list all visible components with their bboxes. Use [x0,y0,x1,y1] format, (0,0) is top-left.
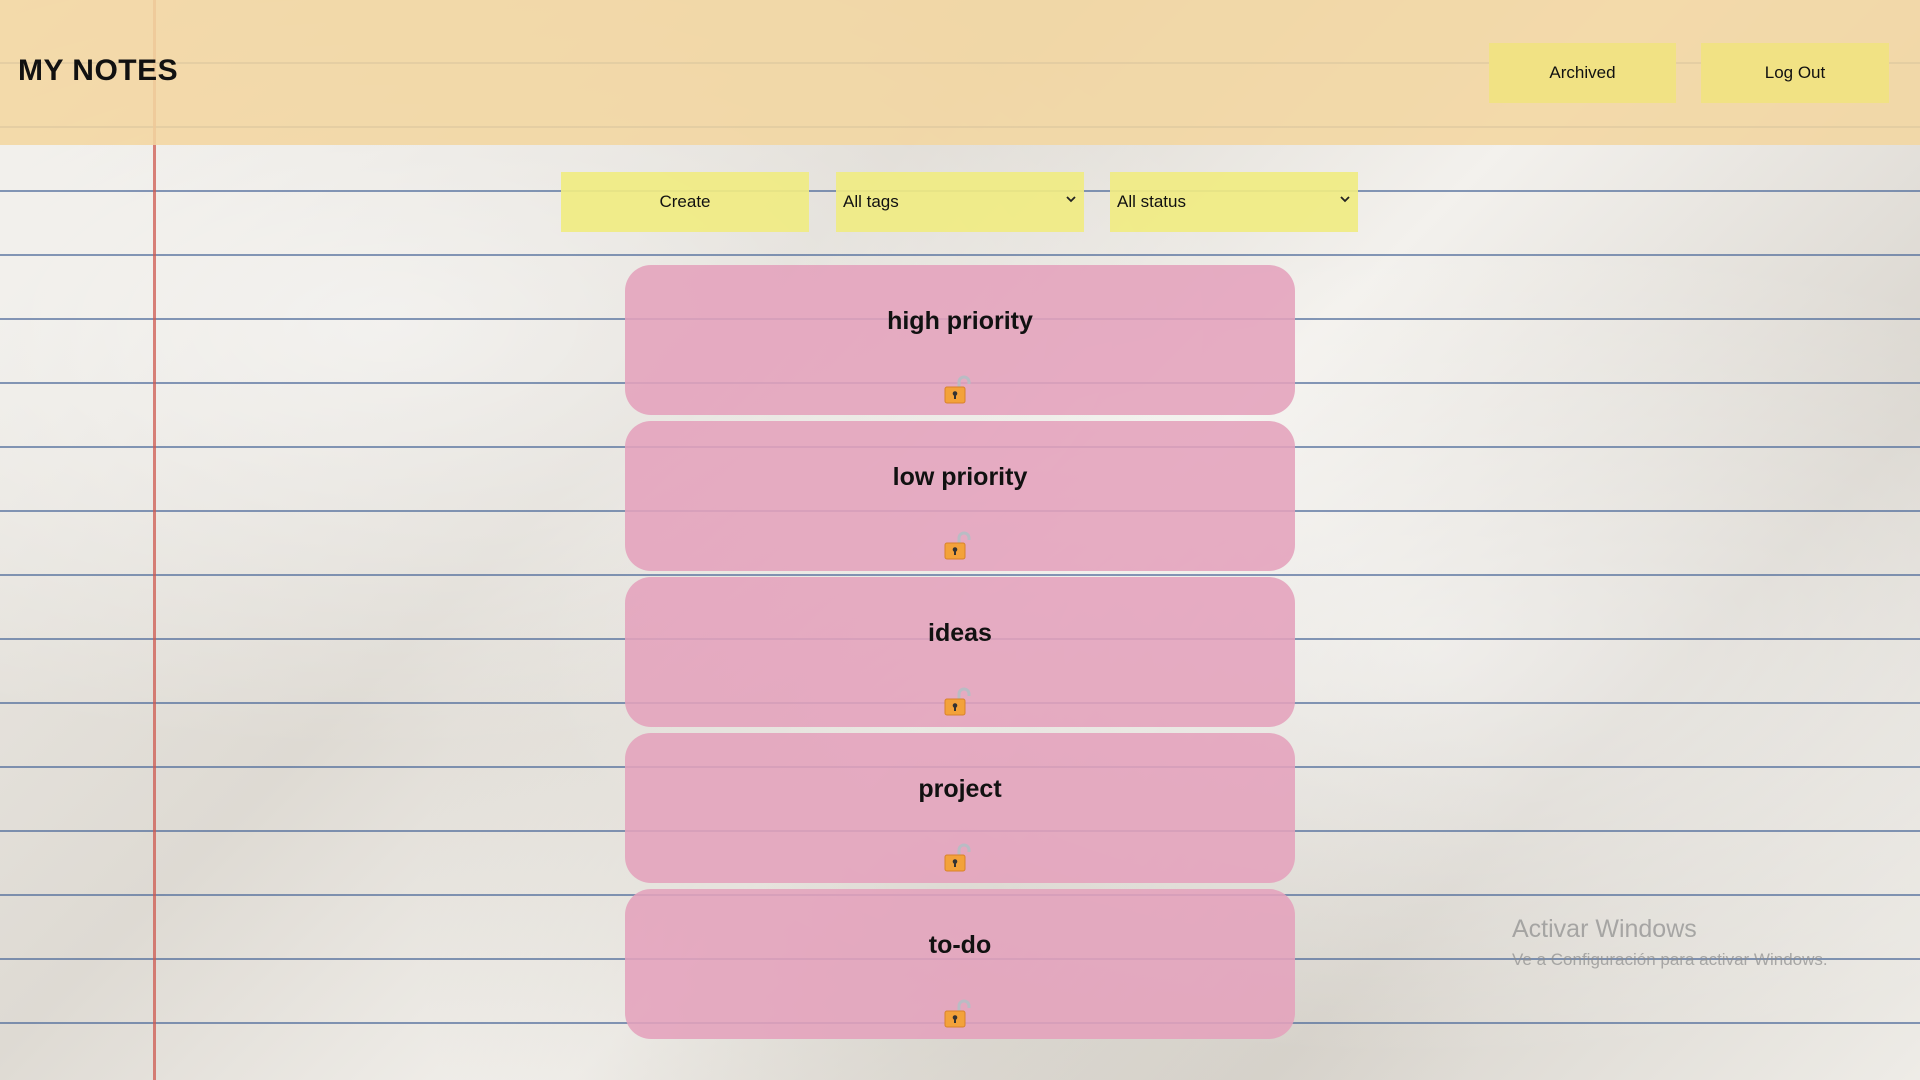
unlocked-padlock-icon[interactable] [942,531,972,561]
status-filter-select[interactable]: All status [1110,172,1358,232]
note-title: low priority [892,463,1028,491]
note-card[interactable]: ideas [625,577,1295,727]
unlocked-padlock-icon[interactable] [942,375,972,405]
note-title: project [918,775,1002,803]
note-card[interactable]: project [625,733,1295,883]
windows-activation-watermark: Activar Windows Ve a Configuración para … [1512,915,1828,970]
note-title: to-do [928,931,992,959]
tags-filter-select[interactable]: All tags [836,172,1084,232]
unlocked-padlock-icon[interactable] [942,843,972,873]
note-card[interactable]: low priority [625,421,1295,571]
archived-button[interactable]: Archived [1489,43,1676,103]
chevron-down-icon [1340,196,1350,203]
tags-filter-value: All tags [843,192,899,211]
unlocked-padlock-icon[interactable] [942,687,972,717]
paper-margin-line [153,0,156,1080]
app-title: MY NOTES [18,54,179,87]
note-title: ideas [928,619,992,647]
unlocked-padlock-icon[interactable] [942,999,972,1029]
watermark-title: Activar Windows [1512,915,1697,943]
create-note-button[interactable]: Create [561,172,809,232]
note-card[interactable]: to-do [625,889,1295,1039]
status-filter-value: All status [1117,192,1186,211]
app-header: MY NOTES Archived Log Out [0,0,1920,145]
chevron-down-icon [1066,196,1076,203]
logout-button[interactable]: Log Out [1701,43,1889,103]
note-card[interactable]: high priority [625,265,1295,415]
watermark-subtitle: Ve a Configuración para activar Windows. [1512,950,1828,969]
note-title: high priority [887,307,1033,335]
